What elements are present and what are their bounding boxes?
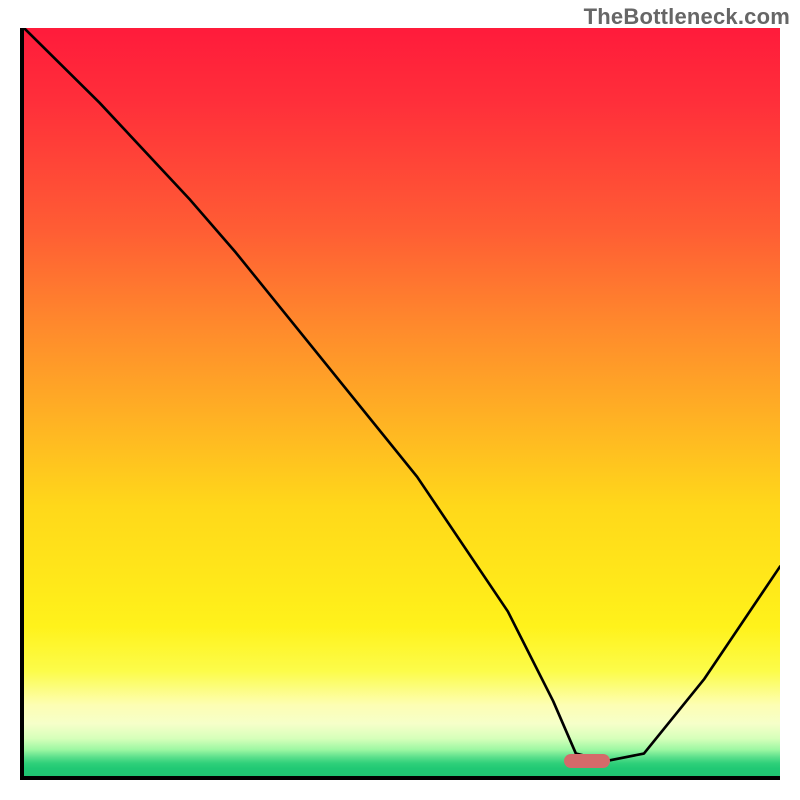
plot-area <box>20 28 780 780</box>
optimal-marker <box>564 754 610 768</box>
watermark-text: TheBottleneck.com <box>584 4 790 30</box>
bottleneck-curve <box>24 28 780 776</box>
chart-container: TheBottleneck.com <box>0 0 800 800</box>
